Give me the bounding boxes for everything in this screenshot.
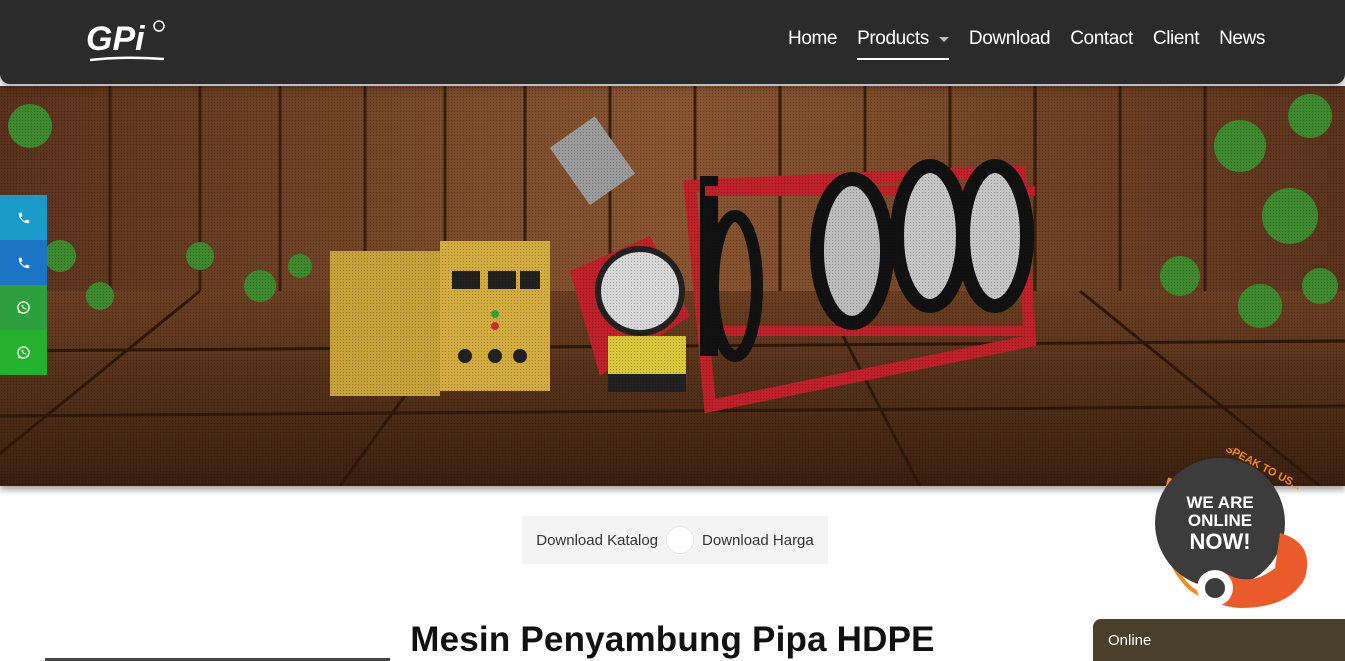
download-catalog-button[interactable]: Download Katalog [528, 532, 666, 549]
gpi-logo[interactable]: GPi [84, 16, 168, 66]
phone-icon [18, 212, 29, 223]
side-contact-bar [0, 195, 47, 375]
hero-banner [0, 86, 1345, 486]
svg-text:GPi: GPi [86, 20, 146, 58]
nav-home[interactable]: Home [788, 28, 837, 60]
download-button-group: Download Katalog Download Harga [522, 516, 828, 564]
nav-client[interactable]: Client [1153, 28, 1200, 60]
phone-button-2[interactable] [0, 240, 47, 285]
nav-products[interactable]: Products [857, 28, 949, 60]
phone-icon [18, 257, 29, 268]
svg-text:ONLINE: ONLINE [1188, 511, 1252, 530]
main-nav: Home Products Download Contact Client Ne… [788, 28, 1265, 60]
button-separator [666, 526, 695, 554]
download-price-button[interactable]: Download Harga [694, 532, 822, 549]
navbar: GPi Home Products Download Contact Clien… [0, 0, 1345, 84]
nav-download[interactable]: Download [969, 28, 1051, 60]
nav-news[interactable]: News [1219, 28, 1265, 60]
phone-button-1[interactable] [0, 195, 47, 240]
svg-text:NOW!: NOW! [1189, 529, 1250, 554]
whatsapp-button-2[interactable] [0, 330, 47, 375]
whatsapp-button-1[interactable] [0, 285, 47, 330]
caret-down-icon [938, 36, 949, 42]
we-are-online-badge[interactable]: WE ARE ONLINE NOW! SPEAK TO US... [1130, 448, 1320, 618]
svg-text:WE ARE: WE ARE [1186, 493, 1253, 512]
hero-image [0, 86, 1345, 486]
chat-status-bar[interactable]: Online [1093, 619, 1345, 661]
whatsapp-icon [17, 346, 30, 359]
chat-status-label: Online [1108, 632, 1152, 649]
whatsapp-icon [17, 301, 30, 314]
nav-contact[interactable]: Contact [1070, 28, 1133, 60]
